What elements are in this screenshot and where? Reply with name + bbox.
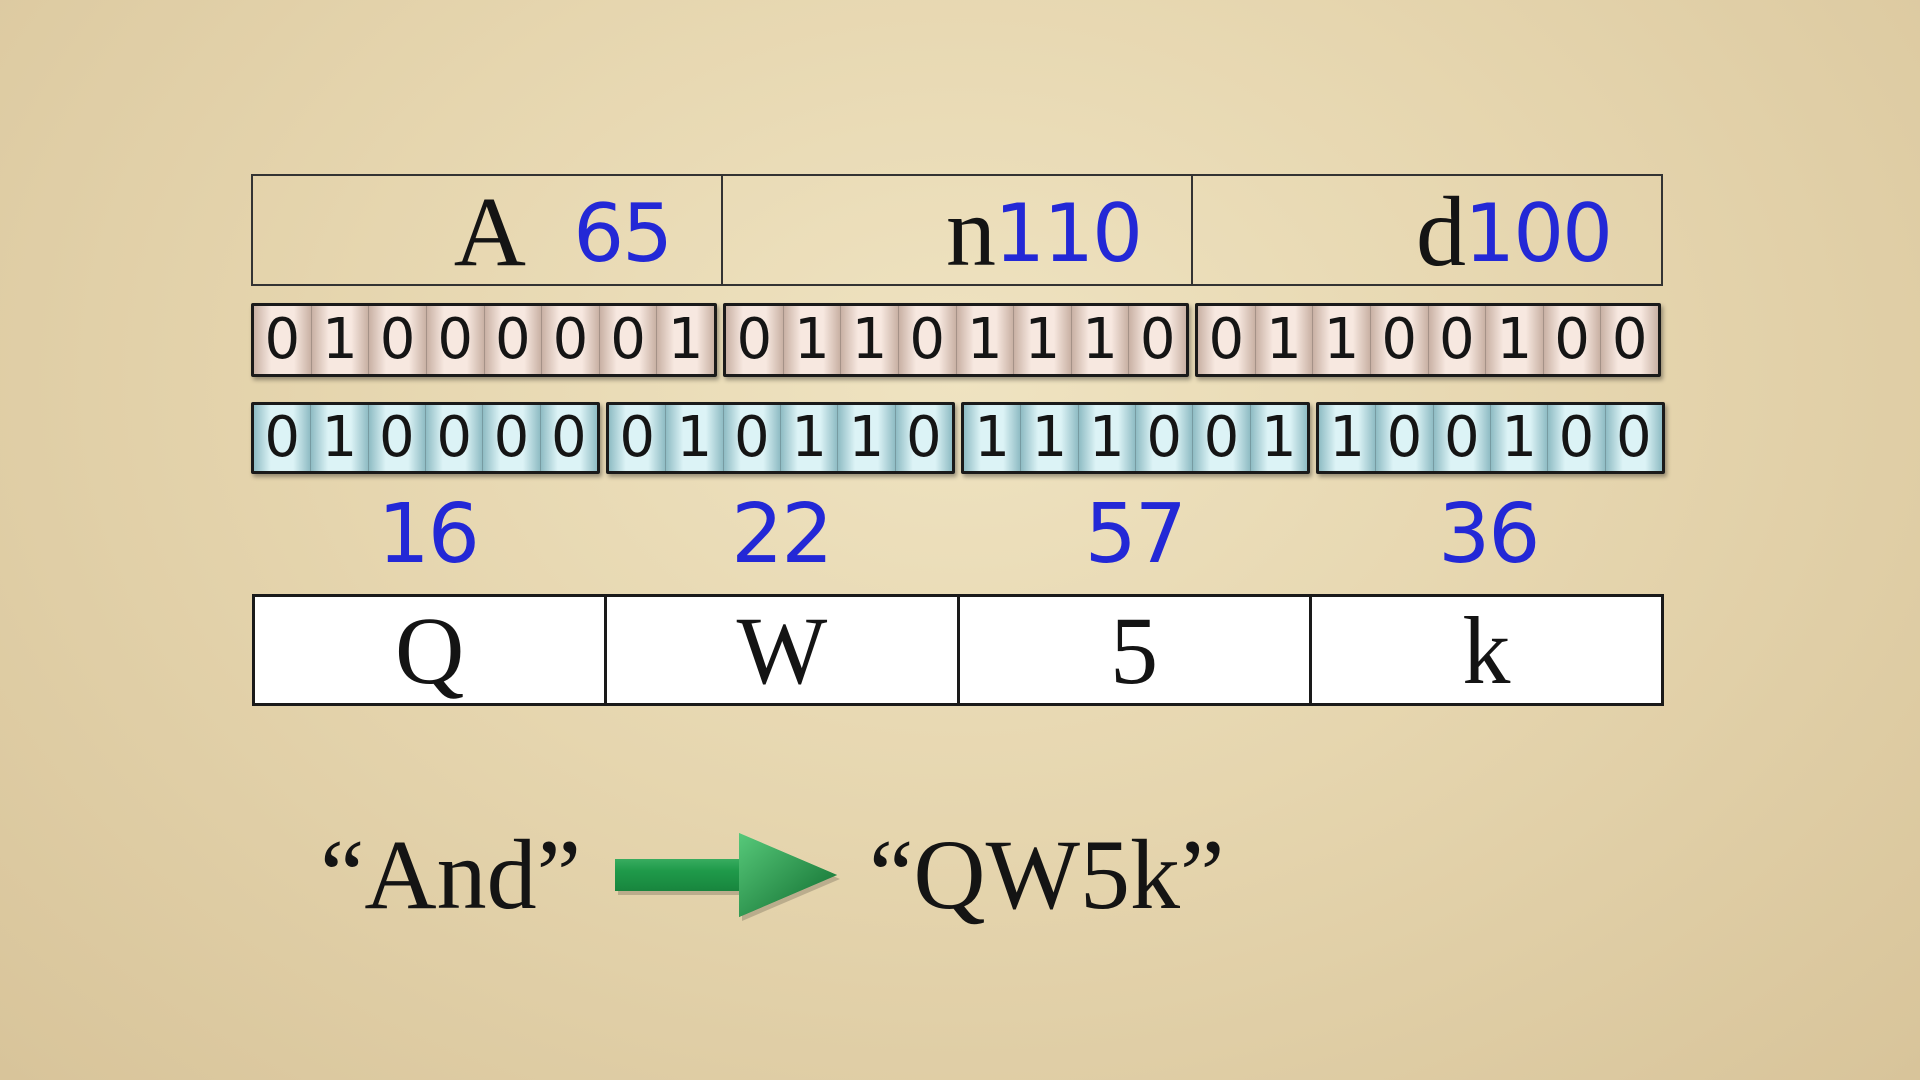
bit-cell: 1 <box>1255 306 1314 374</box>
input-string: “And” <box>320 819 581 930</box>
sextet-group: 010000 <box>251 402 600 474</box>
bit-cell: 0 <box>369 306 427 374</box>
ascii-code: 100 <box>1464 187 1613 280</box>
input-char: d <box>1416 176 1466 287</box>
bit-cell: 0 <box>484 306 543 374</box>
sextet-group: 111001 <box>961 402 1310 474</box>
base64-index: 36 <box>1438 487 1540 582</box>
bit-cell: 1 <box>841 306 899 374</box>
bit-cell: 0 <box>723 405 781 471</box>
base64-encoding-diagram: A 65 n 110 d 100 01000001011011100110010… <box>0 0 1920 1080</box>
output-string: “QW5k” <box>869 819 1225 930</box>
bit-cell: 1 <box>1490 405 1549 471</box>
byte-group: 01101110 <box>723 303 1189 377</box>
bit-cell: 0 <box>1370 306 1429 374</box>
bit-cell: 0 <box>540 405 597 471</box>
input-char-cell: n 110 <box>723 176 1193 287</box>
bit-cell: 1 <box>1021 405 1079 471</box>
bit-cell: 0 <box>1548 405 1606 471</box>
bit-cell: 0 <box>1376 405 1434 471</box>
bit-cell: 0 <box>1198 306 1256 374</box>
bit-cell: 1 <box>666 405 724 471</box>
bit-cell: 0 <box>1543 306 1602 374</box>
input-char: n <box>946 176 996 287</box>
base64-index-row: 16 22 57 36 <box>251 490 1665 580</box>
base64-index: 22 <box>731 487 833 582</box>
bit-cell: 0 <box>368 405 426 471</box>
input-char-cell: A 65 <box>253 176 723 287</box>
bit-cell: 1 <box>1486 306 1544 374</box>
bit-cell: 1 <box>838 405 896 471</box>
base64-index: 57 <box>1084 487 1187 582</box>
byte-group: 01100100 <box>1195 303 1661 377</box>
output-char: k <box>1462 597 1511 704</box>
bit-cell: 1 <box>780 405 839 471</box>
bit-cell: 0 <box>1605 405 1662 471</box>
sextet-group: 010110 <box>606 402 955 474</box>
bit-cell: 0 <box>609 405 667 471</box>
output-char-row: Q W 5 k <box>252 594 1664 706</box>
sextet-bits-row: 010000010110111001100100 <box>251 402 1665 474</box>
bit-cell: 1 <box>1250 405 1307 471</box>
output-char: 5 <box>960 597 1312 704</box>
green-right-arrow-icon <box>615 833 840 921</box>
output-char: Q <box>255 597 608 704</box>
bit-cell: 0 <box>425 405 484 471</box>
bit-cell: 0 <box>1601 306 1658 374</box>
bit-cell: 0 <box>1135 405 1194 471</box>
bit-cell: 1 <box>956 306 1015 374</box>
bit-cell: 0 <box>599 306 658 374</box>
bit-cell: 1 <box>1319 405 1377 471</box>
bit-cell: 1 <box>657 306 714 374</box>
bit-cell: 0 <box>898 306 957 374</box>
bit-cell: 1 <box>1014 306 1072 374</box>
sextet-group: 100100 <box>1316 402 1665 474</box>
bit-cell: 0 <box>483 405 541 471</box>
bit-cell: 0 <box>426 306 485 374</box>
byte-bits-row: 010000010110111001100100 <box>251 303 1665 377</box>
bit-cell: 0 <box>254 405 312 471</box>
bit-cell: 1 <box>1313 306 1371 374</box>
bit-cell: 1 <box>964 405 1022 471</box>
bit-cell: 1 <box>311 405 369 471</box>
byte-group: 01000001 <box>251 303 717 377</box>
input-char-row: A 65 n 110 d 100 <box>251 174 1663 286</box>
bit-cell: 0 <box>895 405 952 471</box>
bit-cell: 0 <box>1193 405 1251 471</box>
bit-cell: 0 <box>726 306 784 374</box>
input-char-cell: d 100 <box>1193 176 1661 287</box>
bit-cell: 1 <box>1071 306 1130 374</box>
encoding-equation: “And” “QW5k” <box>320 810 1224 940</box>
bit-cell: 0 <box>254 306 312 374</box>
base64-index: 16 <box>377 487 480 582</box>
bit-cell: 0 <box>1428 306 1487 374</box>
ascii-code: 65 <box>573 187 673 280</box>
bit-cell: 0 <box>542 306 600 374</box>
bit-cell: 1 <box>783 306 842 374</box>
input-char: A <box>453 176 526 287</box>
output-char: W <box>607 597 960 704</box>
bit-cell: 1 <box>311 306 370 374</box>
bit-cell: 1 <box>1078 405 1136 471</box>
bit-cell: 0 <box>1129 306 1186 374</box>
ascii-code: 110 <box>994 187 1143 280</box>
bit-cell: 0 <box>1433 405 1491 471</box>
